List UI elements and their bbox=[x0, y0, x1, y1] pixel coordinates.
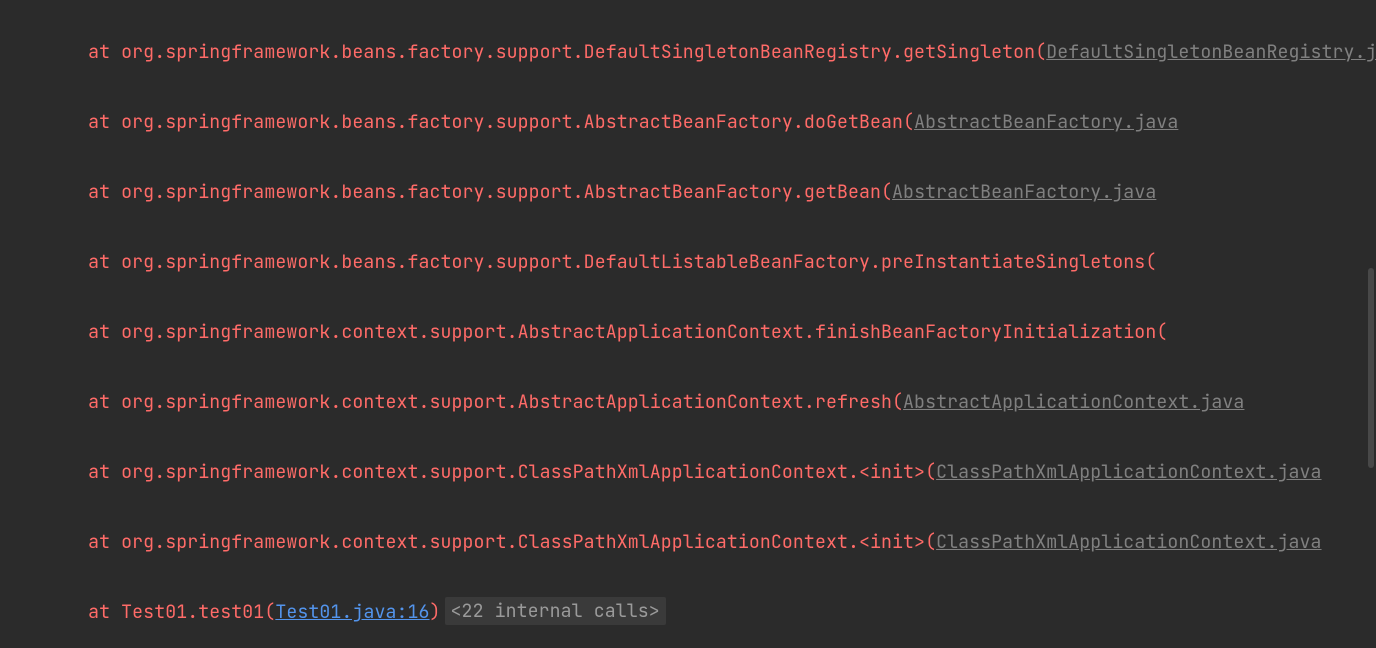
indent: at bbox=[0, 600, 121, 624]
trace-text: org.springframework.context.support.Clas… bbox=[121, 530, 936, 554]
trace-text: org.springframework.beans.factory.suppor… bbox=[121, 110, 914, 134]
trace-text: Test01.test01( bbox=[121, 600, 275, 624]
stack-line: at org.springframework.context.support.A… bbox=[0, 315, 1376, 350]
trace-text: org.springframework.context.support.Clas… bbox=[121, 460, 936, 484]
scrollbar-thumb[interactable] bbox=[1368, 268, 1374, 468]
trace-text: org.springframework.context.support.Abst… bbox=[121, 320, 1167, 344]
trace-text: org.springframework.context.support.Abst… bbox=[121, 390, 903, 414]
indent: at bbox=[0, 250, 121, 274]
stack-line: at org.springframework.beans.factory.sup… bbox=[0, 175, 1376, 210]
source-link[interactable]: ClassPathXmlApplicationContext.java bbox=[936, 530, 1321, 554]
source-link[interactable]: DefaultSingletonBeanRegistry.java bbox=[1046, 40, 1376, 64]
console-output: at org.springframework.beans.factory.sup… bbox=[0, 0, 1376, 648]
stack-line: at org.springframework.beans.factory.sup… bbox=[0, 105, 1376, 140]
folded-calls-hint[interactable]: <22 internal calls> bbox=[445, 597, 666, 625]
indent: at bbox=[0, 530, 121, 554]
trace-text: org.springframework.beans.factory.suppor… bbox=[121, 40, 1046, 64]
indent: at bbox=[0, 180, 121, 204]
indent: at bbox=[0, 320, 121, 344]
source-link[interactable]: ClassPathXmlApplicationContext.java bbox=[936, 460, 1321, 484]
trace-text: org.springframework.beans.factory.suppor… bbox=[121, 250, 1156, 274]
trace-text: ) bbox=[430, 600, 441, 624]
stack-line: at org.springframework.beans.factory.sup… bbox=[0, 35, 1376, 70]
indent: at bbox=[0, 390, 121, 414]
stack-line: at org.springframework.context.support.C… bbox=[0, 455, 1376, 490]
stack-line: at Test01.test01(Test01.java:16)<22 inte… bbox=[0, 595, 1376, 630]
stack-line: at org.springframework.context.support.C… bbox=[0, 525, 1376, 560]
indent: at bbox=[0, 110, 121, 134]
trace-text: org.springframework.beans.factory.suppor… bbox=[121, 180, 892, 204]
stack-line: at org.springframework.context.support.A… bbox=[0, 385, 1376, 420]
indent: at bbox=[0, 40, 121, 64]
source-link[interactable]: AbstractApplicationContext.java bbox=[903, 390, 1244, 414]
stack-line: at org.springframework.beans.factory.sup… bbox=[0, 245, 1376, 280]
source-link[interactable]: AbstractBeanFactory.java bbox=[892, 180, 1156, 204]
indent: at bbox=[0, 460, 121, 484]
source-link[interactable]: AbstractBeanFactory.java bbox=[914, 110, 1178, 134]
source-link-active[interactable]: Test01.java:16 bbox=[275, 600, 429, 624]
